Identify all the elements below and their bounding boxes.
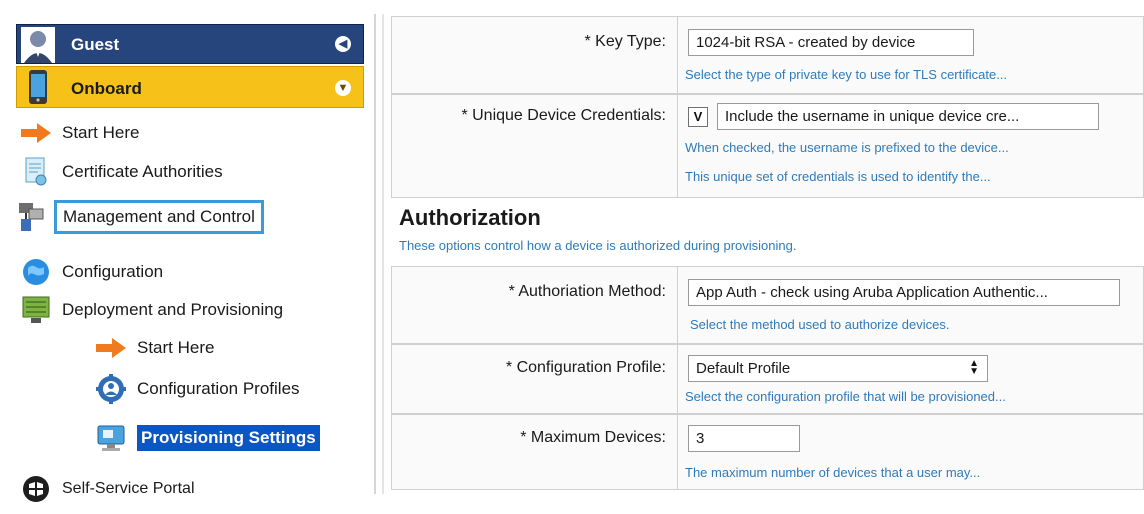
sidebar-subitem-provisioning-settings[interactable]: Provisioning Settings	[93, 423, 320, 453]
guest-label: Guest	[71, 35, 120, 54]
unique-credentials-hint-1: When checked, the username is prefixed t…	[685, 140, 1009, 155]
sidebar-item-management-and-control[interactable]: Management and Control	[14, 200, 264, 234]
unique-credentials-checkbox[interactable]: V	[688, 107, 708, 127]
max-devices-input[interactable]: 3	[688, 425, 800, 452]
sidebar-item-label: Configuration Profiles	[137, 379, 300, 398]
authorization-description: These options control how a device is au…	[399, 238, 797, 253]
sidebar-item-start-here[interactable]: Start Here	[18, 118, 139, 148]
max-devices-label: * Maximum Devices:	[520, 429, 666, 446]
arrow-right-icon	[18, 118, 54, 148]
sidebar-item-label: Self-Service Portal	[62, 480, 195, 497]
config-profile-value: Default Profile	[696, 360, 791, 377]
monitor-icon	[93, 423, 129, 453]
row-separator	[677, 17, 678, 93]
key-type-label: * Key Type:	[584, 33, 666, 50]
sidebar-item-deployment-and-provisioning[interactable]: Deployment and Provisioning	[18, 295, 283, 325]
authorization-section: Authorization These options control how …	[391, 201, 1144, 263]
management-icon	[14, 202, 50, 232]
server-icon	[18, 295, 54, 325]
auth-method-select[interactable]: App Auth - check using Aruba Application…	[688, 279, 1120, 306]
arrow-right-icon	[93, 333, 129, 363]
row-separator	[677, 267, 678, 343]
auth-method-label: * Authoriation Method:	[508, 283, 666, 300]
guest-collapse-icon[interactable]: ◀	[335, 36, 351, 52]
gear-profile-icon	[93, 374, 129, 404]
certificate-icon	[18, 157, 54, 187]
auth-method-row: * Authoriation Method: App Auth - check …	[391, 266, 1144, 344]
sidebar-subitem-configuration-profiles[interactable]: Configuration Profiles	[93, 374, 300, 404]
unique-credentials-description: Include the username in unique device cr…	[717, 103, 1099, 130]
authorization-title: Authorization	[399, 205, 541, 230]
onboard-label: Onboard	[71, 79, 142, 98]
sidebar-item-label: Start Here	[62, 123, 140, 142]
sidebar-item-self-service-portal[interactable]: Self-Service Portal	[18, 474, 195, 504]
auth-method-hint: Select the method used to authorize devi…	[690, 317, 950, 332]
config-profile-row: * Configuration Profile: Default Profile…	[391, 344, 1144, 414]
portal-icon	[18, 474, 54, 504]
sidebar-subitem-start-here[interactable]: Start Here	[93, 333, 214, 363]
sidebar-item-configuration[interactable]: Configuration	[18, 257, 163, 287]
onboard-device-icon	[29, 70, 47, 104]
sidebar-item-certificate-authorities[interactable]: Certificate Authorities	[18, 157, 223, 187]
globe-icon	[18, 257, 54, 287]
max-devices-hint: The maximum number of devices that a use…	[685, 465, 981, 480]
max-devices-row: * Maximum Devices: 3 The maximum number …	[391, 414, 1144, 490]
onboard-module-header[interactable]: Onboard ▼	[16, 66, 364, 108]
row-separator	[677, 95, 678, 197]
sidebar-item-label: Start Here	[137, 338, 215, 357]
guest-user-icon	[21, 27, 55, 63]
sidebar-item-label: Deployment and Provisioning	[62, 300, 284, 319]
row-separator	[677, 415, 678, 489]
unique-credentials-hint-2: This unique set of credentials is used t…	[685, 169, 991, 184]
key-type-hint: Select the type of private key to use fo…	[685, 67, 1008, 82]
row-separator	[677, 345, 678, 413]
key-type-select[interactable]: 1024-bit RSA - created by device	[688, 29, 974, 56]
sidebar-item-label: Management and Control	[54, 200, 264, 234]
sidebar-item-label: Configuration	[62, 262, 164, 281]
panel-divider[interactable]	[374, 14, 384, 494]
config-profile-select[interactable]: Default Profile ▲ ▼	[688, 355, 988, 382]
sidebar-item-label: Certificate Authorities	[62, 162, 223, 181]
config-profile-hint: Select the configuration profile that wi…	[685, 389, 1006, 404]
unique-credentials-label: * Unique Device Credentials:	[461, 107, 666, 124]
provisioning-settings-form: * Key Type: 1024-bit RSA - created by de…	[391, 16, 1144, 494]
sidebar-item-label: Provisioning Settings	[137, 425, 320, 451]
config-profile-label: * Configuration Profile:	[505, 359, 666, 376]
updown-arrows-icon: ▲ ▼	[969, 358, 979, 377]
guest-module-header[interactable]: Guest ◀	[16, 24, 364, 64]
key-type-row: * Key Type: 1024-bit RSA - created by de…	[391, 16, 1144, 94]
sidebar: Guest ◀ Onboard ▼ Start Here Certificate…	[0, 0, 372, 514]
onboard-expand-icon[interactable]: ▼	[335, 80, 351, 96]
unique-credentials-row: * Unique Device Credentials: V Include t…	[391, 94, 1144, 198]
